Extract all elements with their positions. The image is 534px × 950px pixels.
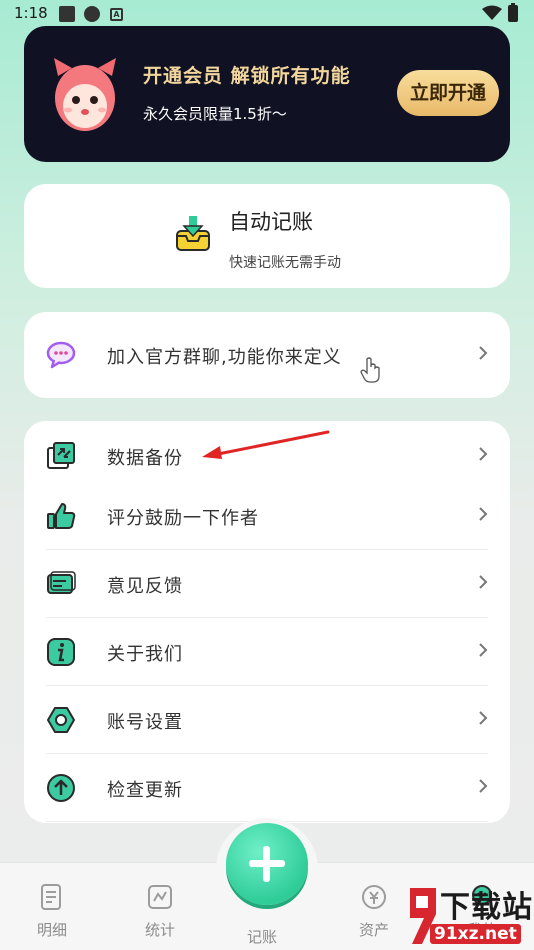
tab-label: 明细 <box>36 921 67 939</box>
chevron-right-icon <box>479 779 488 793</box>
mascot-icon <box>54 58 116 131</box>
menu-item-label: 评分鼓励一下作者 <box>107 508 259 529</box>
menu-item-label: 关于我们 <box>107 644 183 665</box>
annotation-arrow <box>202 430 330 459</box>
tab-detail[interactable]: 明细 <box>22 883 82 940</box>
update-icon <box>47 774 75 802</box>
hand-cursor-icon <box>360 357 380 383</box>
watermark-brand: 下载站 <box>440 890 533 925</box>
menu-item-label: 检查更新 <box>107 780 183 801</box>
menu-item-account-settings[interactable]: 账号设置 <box>24 686 510 754</box>
chevron-right-icon <box>479 643 488 657</box>
notification-app-icon <box>84 6 100 22</box>
chevron-right-icon <box>479 346 488 360</box>
menu-item-feedback[interactable]: 意见反馈 <box>24 550 510 618</box>
group-chat-label: 加入官方群聊,功能你来定义 <box>107 347 342 368</box>
settings-menu: 数据备份 评分鼓励一下作者 意见反馈 关于我们 账号设置 检查更新 <box>24 421 510 823</box>
feedback-icon <box>47 571 76 594</box>
settings-icon <box>47 707 75 733</box>
menu-item-check-update[interactable]: 检查更新 <box>24 754 510 822</box>
tab-statistics[interactable]: 统计 <box>130 883 190 940</box>
notification-square-icon <box>59 6 75 22</box>
chevron-right-icon <box>479 711 488 725</box>
battery-icon <box>508 3 518 22</box>
menu-item-label: 数据备份 <box>107 448 183 469</box>
auto-accounting-subtitle: 快速记账无需手动 <box>229 255 341 271</box>
plus-icon-vertical <box>263 846 270 882</box>
chat-bubble-icon <box>46 341 76 369</box>
vip-subtitle: 永久会员限量1.5折～ <box>143 105 287 123</box>
tab-label: 资产 <box>358 921 389 939</box>
asset-icon <box>362 885 386 909</box>
watermark-url: 91xz.net <box>430 924 521 944</box>
menu-item-label: 意见反馈 <box>107 576 183 597</box>
menu-item-about-us[interactable]: 关于我们 <box>24 618 510 686</box>
wifi-icon <box>482 5 502 20</box>
vip-title: 开通会员 解锁所有功能 <box>143 65 351 87</box>
chevron-right-icon <box>479 507 488 521</box>
detail-icon <box>41 884 61 910</box>
backup-icon <box>47 442 75 469</box>
chevron-right-icon <box>479 575 488 589</box>
tab-assets[interactable]: 资产 <box>344 883 404 940</box>
auto-accounting-card[interactable]: 自动记账 快速记账无需手动 <box>24 184 510 288</box>
status-time: 1:18 <box>14 4 48 22</box>
thumbs-up-icon <box>47 503 76 529</box>
chart-icon <box>148 885 172 909</box>
group-chat-row[interactable]: 加入官方群聊,功能你来定义 <box>24 321 510 389</box>
chevron-right-icon <box>479 447 488 461</box>
menu-item-rate-author[interactable]: 评分鼓励一下作者 <box>24 482 510 550</box>
auto-accounting-title: 自动记账 <box>229 210 313 234</box>
add-record-button[interactable] <box>226 823 308 905</box>
group-chat-card[interactable]: 加入官方群聊,功能你来定义 <box>24 312 510 398</box>
vip-open-button[interactable]: 立即开通 <box>397 70 499 116</box>
notification-a-icon: A <box>110 8 123 21</box>
vip-banner[interactable]: 开通会员 解锁所有功能 永久会员限量1.5折～ 立即开通 <box>24 26 510 162</box>
tab-label: 统计 <box>144 921 175 939</box>
tab-record-label: 记账 <box>247 928 278 946</box>
info-icon <box>47 638 75 666</box>
download-tray-icon <box>176 216 210 251</box>
menu-item-label: 账号设置 <box>107 712 183 733</box>
